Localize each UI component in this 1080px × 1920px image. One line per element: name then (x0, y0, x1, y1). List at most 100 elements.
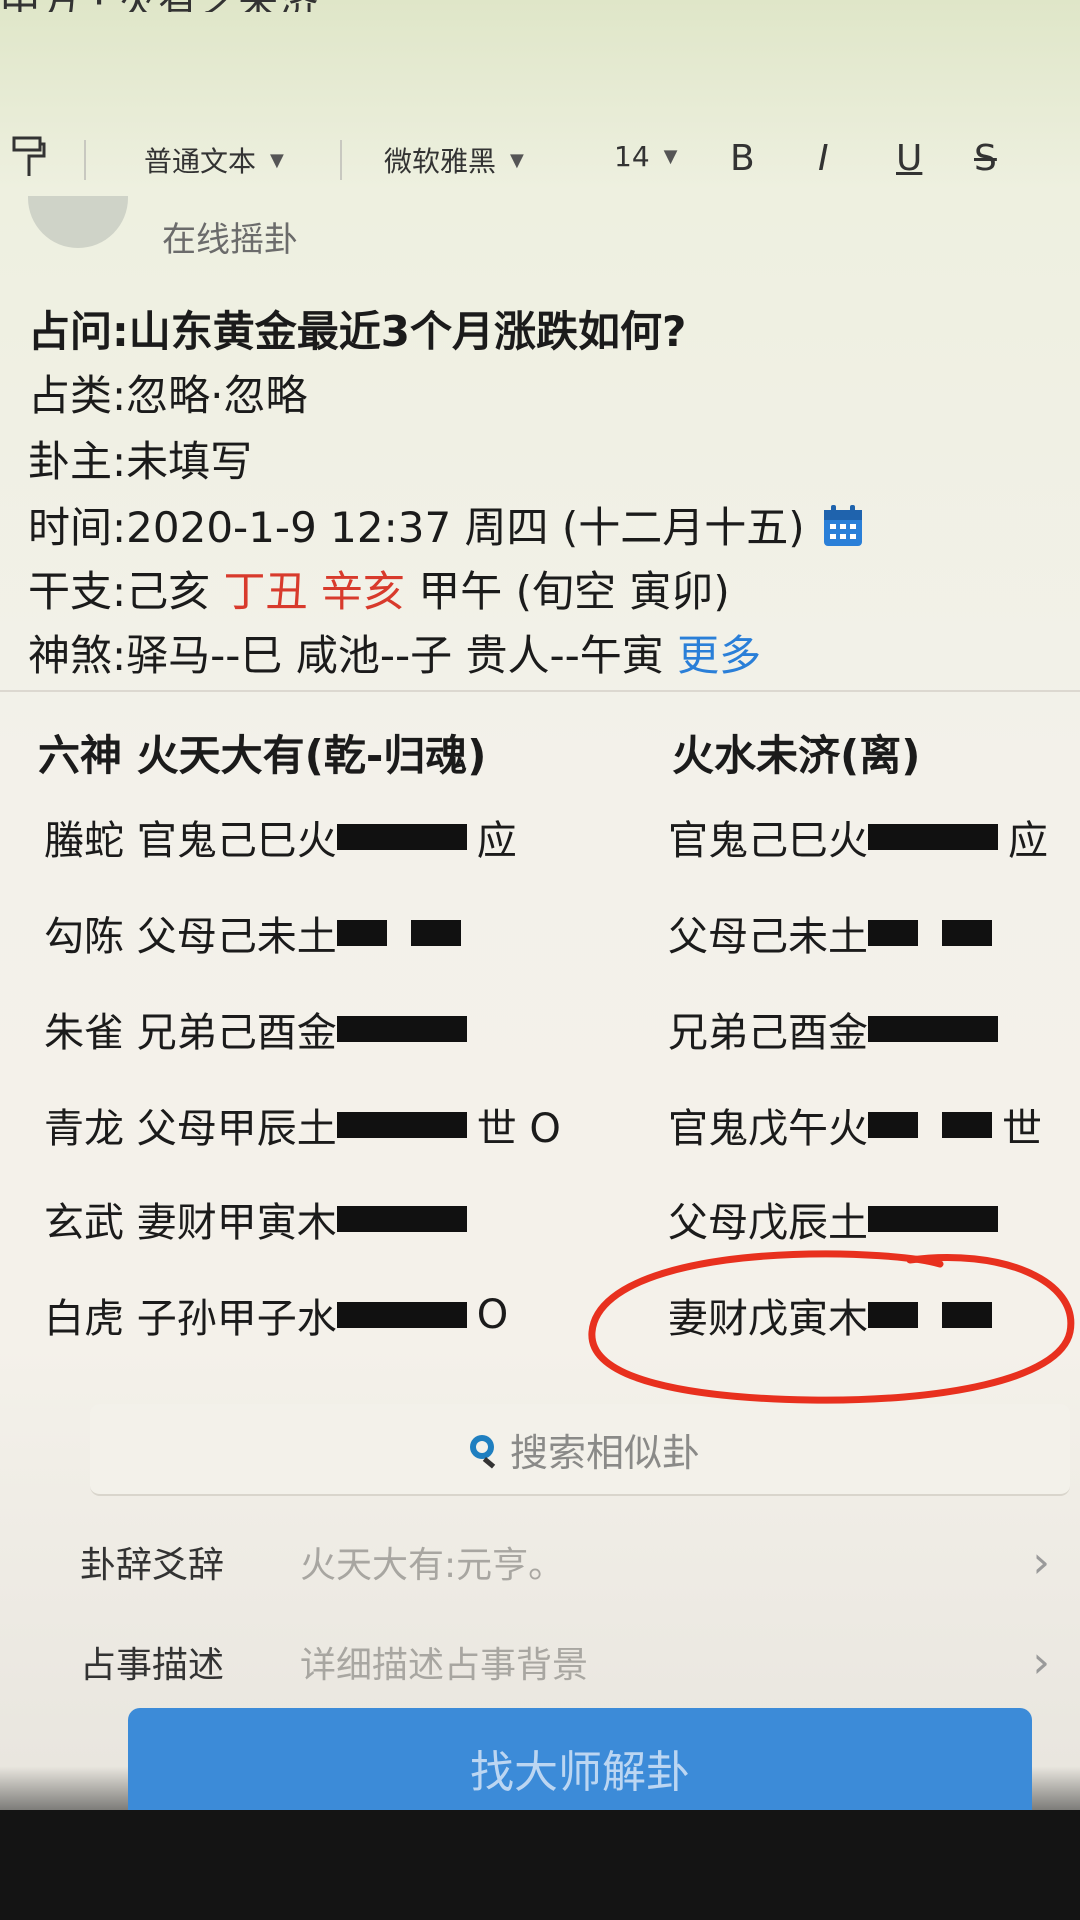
left-line-text: 白虎 子孙甲子水 (44, 1296, 337, 1342)
right-line-row: 父母己未土 (668, 904, 992, 962)
yin-line-bar (868, 1112, 918, 1138)
ganzhi-row: 干支:己亥 丁丑 辛亥 甲午 (旬空 寅卯) (28, 558, 730, 619)
right-line-text: 妻财戊寅木 (668, 1296, 868, 1342)
app-name: 在线摇卦 (162, 220, 298, 260)
ganzhi-rest: 甲午 (旬空 寅卯) (418, 567, 730, 616)
left-line-mark: 世 O (476, 1106, 561, 1152)
left-line-row: 玄武 妻财甲寅木 (44, 1190, 467, 1248)
toolbar-divider (84, 140, 86, 180)
describe-row[interactable]: 占事描述 详细描述占事背景 › (80, 1622, 1060, 1702)
yang-line-bar (336, 1112, 467, 1138)
right-line-mark: 世 (1002, 1106, 1042, 1152)
left-line-text: 青龙 父母甲辰土 (44, 1106, 337, 1152)
left-line-row: 螣蛇 官鬼己巳火 应 (44, 808, 517, 866)
chevron-right-icon: › (1032, 1536, 1050, 1588)
category-label: 占类: (28, 371, 127, 420)
screen-bezel (0, 1810, 1080, 1920)
left-line-text: 朱雀 兄弟己酉金 (44, 1010, 337, 1056)
right-line-text: 兄弟己酉金 (668, 1010, 868, 1056)
yang-line-bar (336, 1302, 467, 1328)
right-hexagram-header: 火水未济(离) (672, 731, 921, 780)
yin-line-bar (942, 920, 992, 946)
left-line-row: 勾陈 父母己未土 (44, 904, 461, 962)
ganzhi-year: 己亥 (126, 567, 211, 616)
yin-line-bar (336, 920, 387, 946)
yang-line-bar (336, 824, 467, 850)
search-icon (469, 1435, 496, 1469)
gua-ci-row[interactable]: 卦辞爻辞 火天大有:元亨。 › (80, 1522, 1060, 1602)
left-line-text: 螣蛇 官鬼己巳火 (44, 818, 337, 864)
yang-line-bar (336, 1206, 467, 1232)
ganzhi-highlight: 丁丑 辛亥 (223, 567, 405, 616)
right-line-mark: 应 (1008, 818, 1048, 864)
right-line-text: 官鬼戊午火 (668, 1106, 868, 1152)
yang-line-bar (868, 1016, 998, 1042)
format-painter-icon[interactable] (12, 136, 46, 180)
question-row: 占问:山东黄金最近3个月涨跌如何? (28, 298, 686, 359)
time-row: 时间:2020-1-9 12:37 周四 (十二月十五) (28, 494, 864, 555)
font-family-label: 微软雅黑 (384, 145, 497, 178)
yin-line-bar (410, 920, 461, 946)
left-line-row: 青龙 父母甲辰土 世 O (44, 1096, 561, 1154)
find-master-label: 找大师解卦 (470, 1747, 690, 1798)
left-line-row: 白虎 子孙甲子水 O (44, 1286, 508, 1344)
left-line-mark: 应 (476, 818, 517, 864)
owner-row: 卦主:未填写 (28, 428, 252, 489)
font-family-select[interactable]: 微软雅黑 ▼ (384, 140, 524, 180)
question-text: 山东黄金最近3个月涨跌如何? (128, 307, 687, 356)
app-logo (28, 196, 128, 248)
owner-label: 卦主: (28, 437, 127, 486)
left-line-text: 玄武 妻财甲寅木 (44, 1200, 337, 1246)
time-value: 2020-1-9 12:37 周四 (十二月十五) (126, 503, 805, 552)
owner-value: 未填写 (126, 437, 253, 486)
right-line-row: 兄弟己酉金 (668, 1000, 998, 1058)
yin-line-bar (868, 1302, 918, 1328)
chevron-down-icon: ▼ (663, 146, 678, 167)
right-line-text: 官鬼己巳火 (668, 818, 868, 864)
divider (0, 690, 1080, 692)
toolbar-divider (340, 140, 342, 180)
left-line-text: 勾陈 父母己未土 (44, 914, 337, 960)
question-label: 占问: (28, 307, 129, 356)
right-line-row: 妻财戊寅木 (668, 1286, 992, 1344)
shensha-row: 神煞:驿马--巳 咸池--子 贵人--午寅 更多 (28, 622, 761, 683)
bold-button[interactable]: B (730, 138, 755, 179)
paragraph-style-select[interactable]: 普通文本 ▼ (144, 140, 284, 180)
calendar-icon[interactable] (822, 504, 864, 548)
category-value: 忽略·忽略 (126, 371, 308, 420)
strikethrough-button[interactable]: S (974, 138, 997, 179)
describe-placeholder: 详细描述占事背景 (300, 1645, 589, 1686)
yang-line-bar (336, 1016, 467, 1042)
italic-button[interactable]: I (818, 138, 829, 179)
underline-button[interactable]: U (896, 138, 922, 179)
shensha-label: 神煞: (28, 631, 127, 680)
yin-line-bar (942, 1302, 992, 1328)
right-line-text: 父母戊辰土 (668, 1200, 868, 1246)
font-size-select[interactable]: 14 ▼ (614, 140, 677, 173)
chevron-down-icon: ▼ (510, 149, 524, 171)
chevron-down-icon: ▼ (270, 149, 284, 171)
ganzhi-label: 干支: (28, 567, 127, 616)
paragraph-style-label: 普通文本 (144, 145, 257, 178)
yang-line-bar (868, 824, 998, 850)
photo-screen: 中方 · 火有之未济 普通文本 ▼ 微软雅黑 ▼ 14 ▼ B I U S 在线… (0, 0, 1080, 1920)
editor-toolbar: 普通文本 ▼ 微软雅黑 ▼ 14 ▼ B I U S (0, 120, 1080, 200)
yin-line-bar (942, 1112, 992, 1138)
left-hexagram-header: 六神 火天大有(乾-归魂) (38, 731, 487, 780)
chevron-right-icon: › (1032, 1636, 1050, 1688)
yang-line-bar (868, 1206, 998, 1232)
search-similar-label: 搜索相似卦 (509, 1430, 700, 1475)
right-line-row: 官鬼戊午火 世 (668, 1096, 1042, 1154)
search-similar-button[interactable]: 搜索相似卦 (90, 1404, 1070, 1496)
category-row: 占类:忽略·忽略 (28, 362, 308, 423)
right-line-row: 父母戊辰土 (668, 1190, 998, 1248)
shensha-value: 驿马--巳 咸池--子 贵人--午寅 (126, 631, 664, 680)
more-link[interactable]: 更多 (677, 631, 761, 680)
left-line-row: 朱雀 兄弟己酉金 (44, 1000, 467, 1058)
gua-ci-value: 火天大有:元亨。 (300, 1545, 565, 1586)
window-title-fragment: 中方 · 火有之未济 (0, 0, 1080, 12)
left-line-mark: O (476, 1292, 509, 1338)
yin-line-bar (868, 920, 918, 946)
font-size-label: 14 (614, 140, 650, 173)
right-line-text: 父母己未土 (668, 914, 868, 960)
